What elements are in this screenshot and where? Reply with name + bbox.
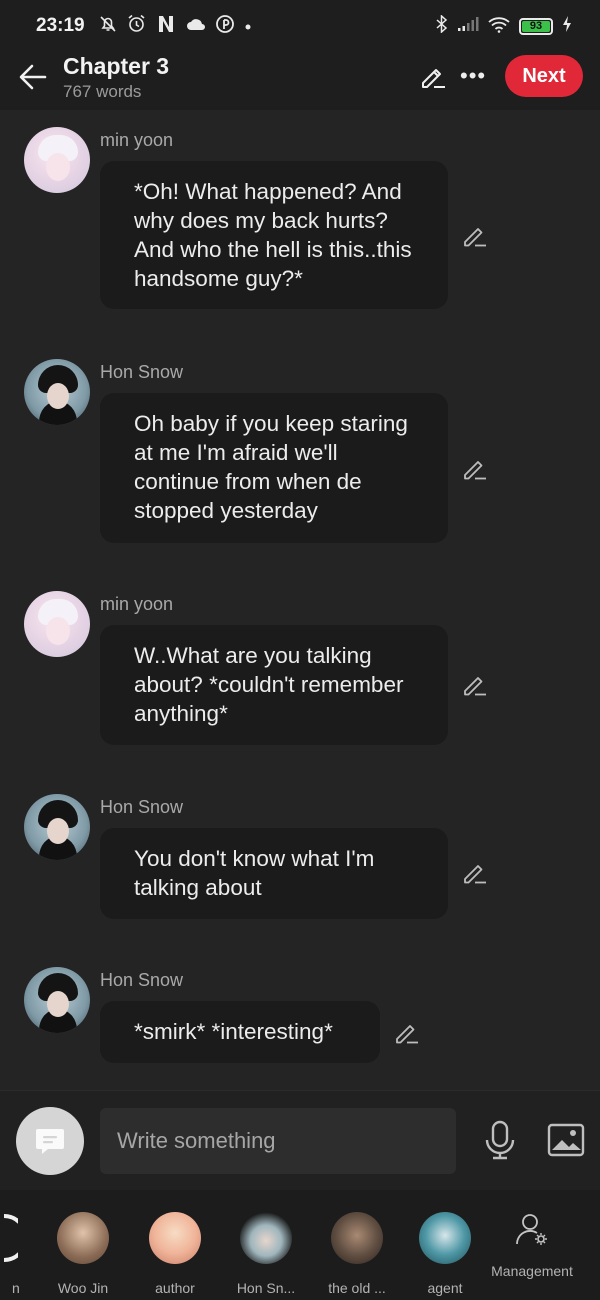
title-block: Chapter 3 767 words — [63, 52, 169, 104]
character-avatar — [331, 1212, 383, 1264]
partial-avatar-icon — [3, 1214, 28, 1262]
character-avatar — [57, 1212, 109, 1264]
edit-message-icon[interactable] — [394, 1019, 420, 1045]
image-icon — [547, 1123, 585, 1157]
character-name: Woo Jin — [57, 1280, 109, 1296]
character-item-agent[interactable]: agent — [405, 1212, 485, 1296]
edit-message-icon[interactable] — [462, 859, 488, 885]
arrow-left-icon — [19, 64, 47, 90]
netflix-icon — [156, 14, 176, 39]
page-title: Chapter 3 — [63, 53, 170, 79]
sender-name: Hon Snow — [100, 362, 184, 382]
sender-name: Hon Snow — [100, 797, 184, 817]
character-item-hon-snow[interactable]: Hon Sn... — [226, 1212, 306, 1296]
message-input[interactable] — [100, 1108, 456, 1174]
character-item-author[interactable]: author — [135, 1212, 215, 1296]
character-avatar — [240, 1212, 292, 1264]
character-avatar — [419, 1212, 471, 1264]
mute-icon — [99, 15, 117, 38]
sender-name: min yoon — [100, 130, 174, 150]
edit-message-icon[interactable] — [462, 455, 488, 481]
edit-message-icon[interactable] — [462, 671, 488, 697]
edit-title-button[interactable] — [419, 62, 449, 92]
composer-bar — [0, 1090, 600, 1190]
character-name: the old ... — [328, 1280, 386, 1296]
battery-level: 93 — [522, 20, 550, 32]
avatar-min-yoon[interactable] — [24, 127, 90, 193]
character-bar: n Woo Jin author Hon Sn... the old ... a… — [0, 1190, 600, 1300]
alarm-icon — [127, 14, 146, 38]
cloud-icon — [186, 16, 206, 36]
dot-icon — [244, 16, 252, 36]
character-item-partial[interactable] — [0, 1212, 28, 1264]
message-bubble[interactable]: You don't know what I'm talking about — [100, 828, 448, 919]
pinterest-icon — [215, 14, 234, 38]
message-bubble[interactable]: Oh baby if you keep staring at me I'm af… — [100, 393, 448, 543]
character-item-the-old[interactable]: the old ... — [317, 1212, 397, 1296]
avatar-hon-snow[interactable] — [24, 794, 90, 860]
charging-icon — [562, 15, 572, 37]
avatar-min-yoon[interactable] — [24, 591, 90, 657]
character-name: Hon Sn... — [236, 1280, 296, 1296]
back-button[interactable] — [16, 60, 50, 94]
status-icons-left — [99, 14, 252, 39]
microphone-icon — [485, 1120, 515, 1160]
message-bubble[interactable]: *Oh! What happened? And why does my back… — [100, 161, 448, 309]
status-icons-right: 93 — [436, 14, 572, 37]
chat-bubble-icon — [36, 1129, 64, 1154]
sender-name: Hon Snow — [100, 970, 184, 990]
character-name-partial: n — [12, 1280, 20, 1296]
status-time: 23:19 — [36, 15, 85, 36]
add-image-button[interactable] — [547, 1123, 585, 1157]
character-item-woo-jin[interactable]: Woo Jin — [43, 1212, 123, 1296]
word-count: 767 words — [63, 82, 142, 101]
character-name: author — [155, 1280, 195, 1296]
status-bar: 23:19 93 — [0, 0, 600, 52]
character-name: agent — [427, 1280, 463, 1296]
narration-button[interactable] — [16, 1107, 84, 1175]
next-button[interactable]: Next — [505, 55, 583, 97]
signal-icon — [457, 16, 479, 36]
chapter-header: Chapter 3 767 words ••• Next — [0, 52, 600, 110]
sender-name: min yoon — [100, 594, 174, 614]
user-settings-icon — [516, 1214, 547, 1245]
bluetooth-icon — [436, 14, 448, 37]
voice-input-button[interactable] — [484, 1120, 516, 1160]
pencil-icon — [422, 69, 445, 88]
message-list[interactable]: min yoon *Oh! What happened? And why doe… — [0, 110, 600, 1090]
message-bubble[interactable]: *smirk* *interesting* — [100, 1001, 380, 1063]
management-label: Management — [491, 1263, 573, 1279]
more-options-button[interactable]: ••• — [460, 65, 486, 87]
avatar-hon-snow[interactable] — [24, 967, 90, 1033]
message-bubble[interactable]: W..What are you talking about? *couldn't… — [100, 625, 448, 745]
battery-icon: 93 — [519, 17, 553, 35]
management-button[interactable]: Management — [484, 1212, 580, 1279]
avatar-hon-snow[interactable] — [24, 359, 90, 425]
edit-message-icon[interactable] — [462, 222, 488, 248]
character-avatar — [149, 1212, 201, 1264]
wifi-icon — [488, 16, 510, 37]
